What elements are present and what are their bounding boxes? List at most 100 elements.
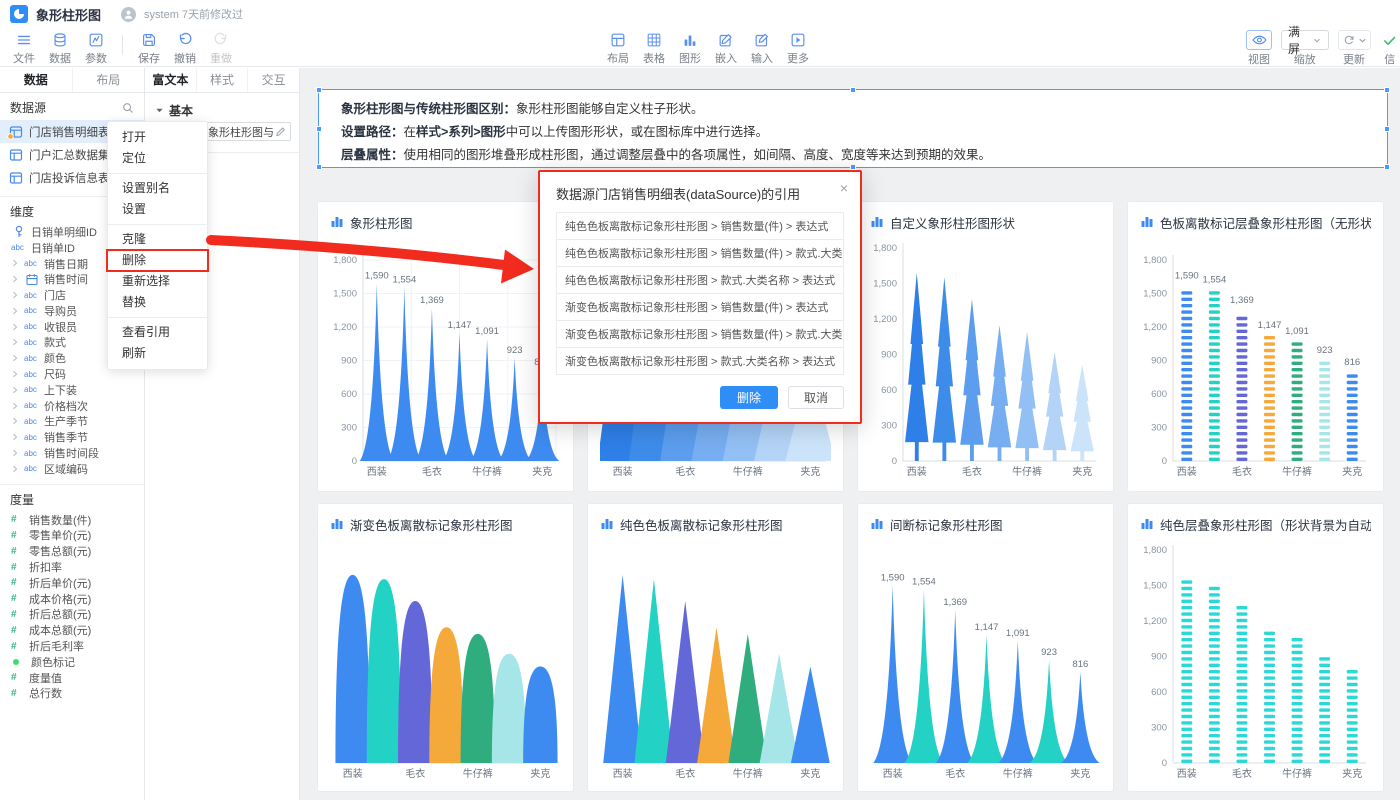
modal-delete-button[interactable]: 删除 [720, 386, 778, 409]
modal-cancel-button[interactable]: 取消 [788, 386, 844, 409]
chevron-right-icon[interactable] [11, 433, 20, 441]
menu-item-删除[interactable]: 删除 [108, 250, 207, 271]
menu-item-设置别名[interactable]: 设置别名 [108, 178, 207, 199]
measure-item[interactable]: #折后总额(元) [0, 607, 144, 623]
dimension-item[interactable]: abc销售时间段 [0, 445, 144, 461]
chart-card[interactable]: 纯色层叠象形柱形图（形状背景为自动）1,8001,5001,2009006003… [1128, 504, 1383, 791]
chevron-right-icon[interactable] [11, 370, 20, 378]
selection-handle[interactable] [316, 87, 322, 93]
rich-text-block[interactable]: 象形柱形图与传统柱形图区别：象形柱形图能够自定义柱子形状。设置路径：在样式>系列… [318, 89, 1388, 168]
tab-交互[interactable]: 交互 [248, 68, 299, 92]
dimension-item[interactable]: abc上下装 [0, 382, 144, 398]
menu-item-克隆[interactable]: 克隆 [108, 229, 207, 250]
tab-富文本[interactable]: 富文本 [145, 68, 197, 92]
reference-row[interactable]: 纯色色板离散标记象形柱形图 > 款式.大类名称 > 表达式 [556, 266, 844, 294]
update-dropdown[interactable] [1338, 30, 1371, 50]
update-control[interactable]: 更新 [1338, 30, 1371, 67]
embed-button[interactable]: 嵌入 [708, 30, 744, 66]
menu-item-替换[interactable]: 替换 [108, 292, 207, 313]
chevron-right-icon[interactable] [11, 465, 20, 473]
measure-item[interactable]: 颜色标记 [0, 654, 144, 670]
measure-item[interactable]: #折后单价(元) [0, 575, 144, 591]
selection-handle[interactable] [1384, 87, 1390, 93]
parameter-button[interactable]: 参数 [78, 30, 114, 66]
chart-card[interactable]: 间断标记象形柱形图1,5901,5541,3691,1471,091923816… [858, 504, 1113, 791]
chevron-right-icon[interactable] [11, 291, 20, 299]
selection-handle[interactable] [1384, 164, 1390, 170]
save-button[interactable]: 保存 [131, 30, 167, 66]
chevron-right-icon[interactable] [11, 449, 20, 457]
edit-pencil-icon[interactable] [275, 126, 286, 137]
chevron-right-icon[interactable] [11, 402, 20, 410]
reference-row[interactable]: 渐变色板离散标记象形柱形图 > 款式.大类名称 > 表达式 [556, 347, 844, 375]
undo-button[interactable]: 撤销 [167, 30, 203, 66]
measure-item[interactable]: #零售总额(元) [0, 543, 144, 559]
file-button[interactable]: 文件 [6, 30, 42, 66]
reference-row[interactable]: 渐变色板离散标记象形柱形图 > 销售数量(件) > 表达式 [556, 293, 844, 321]
dimension-item[interactable]: abc销售季节 [0, 429, 144, 445]
menu-item-打开[interactable]: 打开 [108, 127, 207, 148]
measure-item[interactable]: #度量值 [0, 670, 144, 686]
measure-item[interactable]: #零售单价(元) [0, 528, 144, 544]
menu-item-定位[interactable]: 定位 [108, 148, 207, 169]
measure-item[interactable]: #总行数 [0, 686, 144, 702]
measure-item[interactable]: #成本价格(元) [0, 591, 144, 607]
selection-handle[interactable] [1384, 126, 1390, 132]
tab-样式[interactable]: 样式 [197, 68, 249, 92]
selection-handle[interactable] [316, 126, 322, 132]
chart-title: 象形柱形图 [350, 213, 413, 232]
chevron-right-icon[interactable] [11, 307, 20, 315]
redo-button[interactable]: 重做 [203, 30, 239, 66]
dimension-item-label: 生产季节 [44, 413, 88, 429]
measure-item[interactable]: #销售数量(件) [0, 512, 144, 528]
data-button[interactable]: 数据 [42, 30, 78, 66]
chart-card[interactable]: 象形柱形图1,8001,5001,20090060030001,5901,554… [318, 202, 573, 491]
chart-card[interactable]: 自定义象形柱形图形状1,8001,5001,2009006003000西装毛衣牛… [858, 202, 1113, 491]
check-icon [1381, 30, 1398, 50]
selection-handle[interactable] [850, 87, 856, 93]
menu-item-查看引用[interactable]: 查看引用 [108, 322, 207, 343]
dimension-item-label: 颜色 [44, 350, 66, 366]
widget-name-input[interactable]: 象形柱形图与... [203, 122, 291, 141]
close-icon[interactable]: × [840, 181, 848, 195]
chevron-right-icon[interactable] [11, 338, 20, 346]
chevron-right-icon[interactable] [11, 354, 20, 362]
chevron-right-icon[interactable] [11, 386, 20, 394]
menu-item-刷新[interactable]: 刷新 [108, 343, 207, 364]
basic-section-row[interactable]: 基本 [145, 93, 299, 119]
layout-button[interactable]: 布局 [600, 30, 636, 66]
tab-数据[interactable]: 数据 [0, 68, 73, 92]
menu-item-重新选择[interactable]: 重新选择 [108, 271, 207, 292]
chevron-right-icon [11, 402, 19, 410]
chart-card[interactable]: 渐变色板离散标记象形柱形图西装毛衣牛仔裤夹克 [318, 504, 573, 791]
chart-button[interactable]: 图形 [672, 30, 708, 66]
search-icon[interactable] [122, 102, 134, 114]
chart-card[interactable]: 纯色色板离散标记象形柱形图西装毛衣牛仔裤夹克 [588, 504, 843, 791]
chevron-right-icon[interactable] [11, 417, 20, 425]
svg-text:1,500: 1,500 [1143, 581, 1167, 592]
table-button[interactable]: 表格 [636, 30, 672, 66]
chevron-right-icon[interactable] [11, 259, 20, 267]
reference-row[interactable]: 纯色色板离散标记象形柱形图 > 销售数量(件) > 表达式 [556, 212, 844, 240]
reference-row[interactable]: 渐变色板离散标记象形柱形图 > 销售数量(件) > 款式.大类名称 > 表达式 [556, 320, 844, 348]
tab-布局[interactable]: 布局 [73, 68, 145, 92]
selection-handle[interactable] [316, 164, 322, 170]
chevron-right-icon[interactable] [11, 275, 20, 283]
chart-card[interactable]: 色板离散标记层叠象形柱形图（无形状背1,8001,5001,2009006003… [1128, 202, 1383, 491]
dimension-item[interactable]: abc区域编码 [0, 461, 144, 477]
more-button[interactable]: 更多 [780, 30, 816, 66]
input-button[interactable]: 输入 [744, 30, 780, 66]
svg-text:900: 900 [341, 356, 357, 367]
chevron-right-icon[interactable] [11, 323, 20, 331]
dimension-item[interactable]: abc生产季节 [0, 414, 144, 430]
zoom-control[interactable]: 满屏 缩放 [1281, 30, 1329, 67]
measure-item[interactable]: #折扣率 [0, 559, 144, 575]
dimension-item[interactable]: abc价格档次 [0, 398, 144, 414]
menu-item-设置[interactable]: 设置 [108, 199, 207, 220]
measure-item-label: 总行数 [29, 685, 62, 701]
view-button[interactable]: 视图 [1246, 30, 1272, 67]
measure-item[interactable]: #折后毛利率 [0, 638, 144, 654]
zoom-dropdown[interactable]: 满屏 [1281, 30, 1329, 50]
reference-row[interactable]: 纯色色板离散标记象形柱形图 > 销售数量(件) > 款式.大类名称 > 表达式 [556, 239, 844, 267]
measure-item[interactable]: #成本总额(元) [0, 622, 144, 638]
